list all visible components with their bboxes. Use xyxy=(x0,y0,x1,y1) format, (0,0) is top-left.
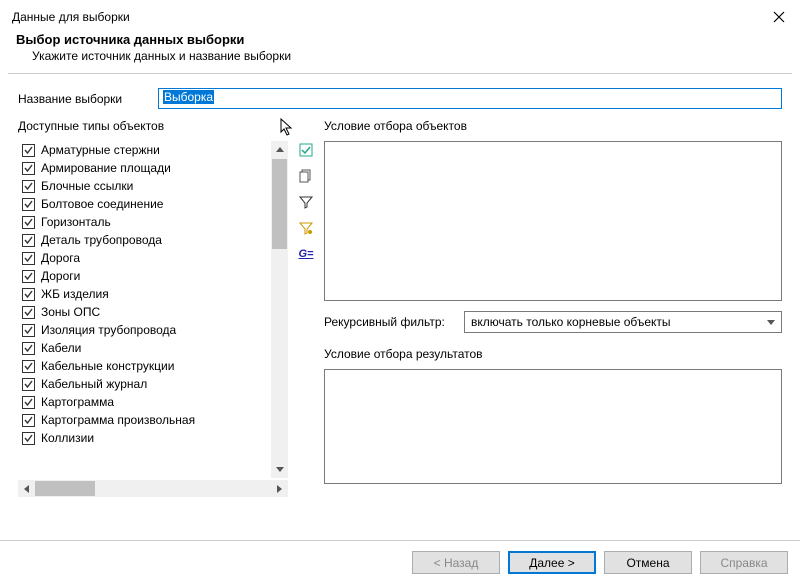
type-item[interactable]: Кабельные конструкции xyxy=(18,357,270,375)
type-item-label: Дороги xyxy=(41,269,80,283)
filter-icon[interactable] xyxy=(297,193,315,211)
vertical-scrollbar[interactable] xyxy=(271,141,288,478)
checkbox-icon[interactable] xyxy=(22,342,35,355)
dialog-title: Данные для выборки xyxy=(12,10,130,24)
checkbox-icon[interactable] xyxy=(22,198,35,211)
type-item-label: Зоны ОПС xyxy=(41,305,100,319)
type-item[interactable]: Дороги xyxy=(18,267,270,285)
type-item[interactable]: Картограмма xyxy=(18,393,270,411)
scroll-down-icon[interactable] xyxy=(271,461,288,478)
type-item-label: Изоляция трубопровода xyxy=(41,323,176,337)
condition-objects-box[interactable] xyxy=(324,141,782,301)
type-item[interactable]: Болтовое соединение xyxy=(18,195,270,213)
type-item[interactable]: ЖБ изделия xyxy=(18,285,270,303)
back-button[interactable]: < Назад xyxy=(412,551,500,574)
type-item-label: Дорога xyxy=(41,251,80,265)
checkbox-icon[interactable] xyxy=(22,288,35,301)
type-item[interactable]: Изоляция трубопровода xyxy=(18,321,270,339)
g-icon[interactable]: G= xyxy=(297,245,315,263)
type-item-label: Кабели xyxy=(41,341,81,355)
wizard-subtitle: Укажите источник данных и название выбор… xyxy=(32,49,784,63)
filter-star-icon[interactable] xyxy=(297,219,315,237)
help-button[interactable]: Справка xyxy=(700,551,788,574)
next-button[interactable]: Далее > xyxy=(508,551,596,574)
checkbox-icon[interactable] xyxy=(22,252,35,265)
type-item[interactable]: Блочные ссылки xyxy=(18,177,270,195)
type-item[interactable]: Армирование площади xyxy=(18,159,270,177)
checkbox-icon[interactable] xyxy=(22,162,35,175)
condition-results-label: Условие отбора результатов xyxy=(324,347,782,361)
checkbox-icon[interactable] xyxy=(22,216,35,229)
recursive-filter-label: Рекурсивный фильтр: xyxy=(324,315,454,329)
type-item-label: Арматурные стержни xyxy=(41,143,160,157)
type-list[interactable]: Арматурные стержни Армирование площади Бло… xyxy=(18,141,288,478)
type-item-label: ЖБ изделия xyxy=(41,287,109,301)
type-item-label: Картограмма произвольная xyxy=(41,413,195,427)
name-input[interactable]: Выборка xyxy=(158,88,782,109)
type-item[interactable]: Коллизии xyxy=(18,429,270,447)
cancel-button[interactable]: Отмена xyxy=(604,551,692,574)
recursive-filter-value: включать только корневые объекты xyxy=(471,315,671,329)
copy-icon[interactable] xyxy=(297,167,315,185)
type-item[interactable]: Горизонталь xyxy=(18,213,270,231)
checkbox-icon[interactable] xyxy=(22,432,35,445)
types-label: Доступные типы объектов xyxy=(18,119,288,133)
wizard-title: Выбор источника данных выборки xyxy=(16,32,784,47)
condition-results-box[interactable] xyxy=(324,369,782,484)
recursive-filter-select[interactable]: включать только корневые объекты xyxy=(464,311,782,333)
checkbox-icon[interactable] xyxy=(22,306,35,319)
hscrollbar-thumb[interactable] xyxy=(35,481,95,496)
scroll-right-icon[interactable] xyxy=(271,480,288,497)
type-item-label: Горизонталь xyxy=(41,215,111,229)
type-item[interactable]: Дорога xyxy=(18,249,270,267)
scroll-up-icon[interactable] xyxy=(271,141,288,158)
type-item[interactable]: Деталь трубопровода xyxy=(18,231,270,249)
type-item[interactable]: Кабели xyxy=(18,339,270,357)
type-item-label: Армирование площади xyxy=(41,161,171,175)
type-item-label: Картограмма xyxy=(41,395,114,409)
type-item-label: Деталь трубопровода xyxy=(41,233,162,247)
checkbox-icon[interactable] xyxy=(22,270,35,283)
checkbox-icon[interactable] xyxy=(22,144,35,157)
close-icon[interactable] xyxy=(770,8,788,26)
checkbox-icon[interactable] xyxy=(22,414,35,427)
scroll-left-icon[interactable] xyxy=(18,480,35,497)
condition-objects-label: Условие отбора объектов xyxy=(324,119,782,133)
type-item-label: Болтовое соединение xyxy=(41,197,163,211)
checkbox-icon[interactable] xyxy=(22,234,35,247)
type-item[interactable]: Кабельный журнал xyxy=(18,375,270,393)
type-item-label: Коллизии xyxy=(41,431,94,445)
type-item-label: Блочные ссылки xyxy=(41,179,133,193)
type-item-label: Кабельный журнал xyxy=(41,377,147,391)
chevron-down-icon xyxy=(767,317,775,327)
checkbox-icon[interactable] xyxy=(22,378,35,391)
checkbox-icon[interactable] xyxy=(22,324,35,337)
checkbox-icon[interactable] xyxy=(22,180,35,193)
type-item-label: Кабельные конструкции xyxy=(41,359,174,373)
check-icon[interactable] xyxy=(297,141,315,159)
scrollbar-thumb[interactable] xyxy=(272,159,287,249)
type-item[interactable]: Арматурные стержни xyxy=(18,141,270,159)
checkbox-icon[interactable] xyxy=(22,360,35,373)
type-item[interactable]: Зоны ОПС xyxy=(18,303,270,321)
horizontal-scrollbar[interactable] xyxy=(18,480,288,497)
checkbox-icon[interactable] xyxy=(22,396,35,409)
name-label: Название выборки xyxy=(18,92,148,106)
type-item[interactable]: Картограмма произвольная xyxy=(18,411,270,429)
